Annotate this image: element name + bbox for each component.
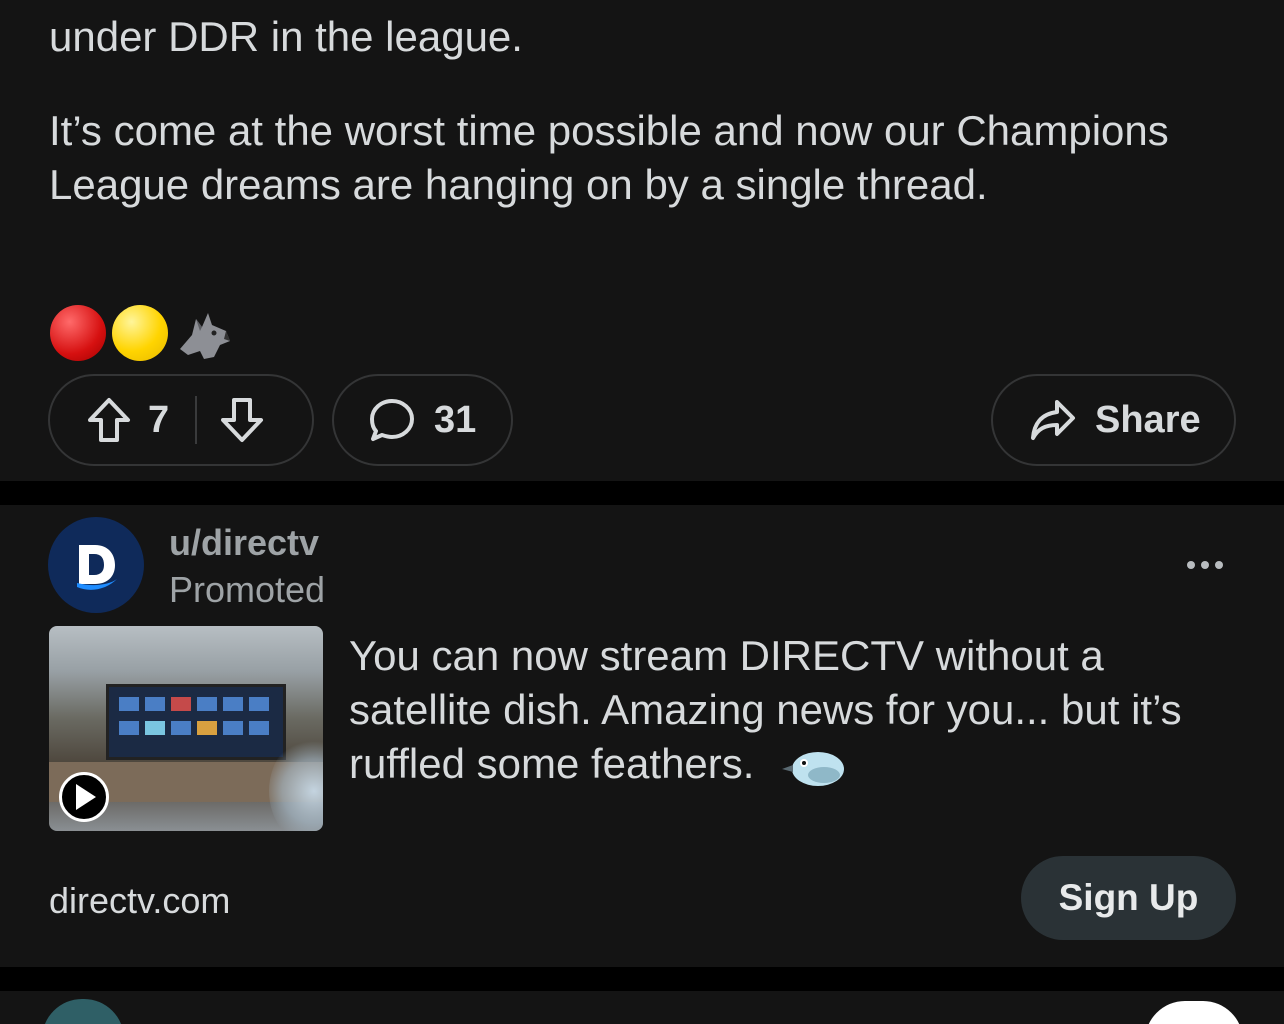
bird-icon xyxy=(782,751,845,786)
share-icon xyxy=(1031,400,1075,440)
downvote-button[interactable] xyxy=(219,396,265,444)
next-post-card xyxy=(0,991,1284,1024)
post-card: under DDR in the league. It’s come at th… xyxy=(0,0,1284,481)
ad-username[interactable]: u/directv xyxy=(169,522,319,564)
post-body-paragraph: under DDR in the league. xyxy=(49,13,523,60)
upvote-icon xyxy=(88,398,130,442)
vote-divider xyxy=(195,396,198,444)
downvote-icon xyxy=(221,398,264,442)
more-options-icon[interactable] xyxy=(1183,553,1227,577)
thumbnail-tv xyxy=(106,684,286,760)
share-button[interactable]: Share xyxy=(991,374,1236,466)
comment-count: 31 xyxy=(434,398,477,441)
directv-logo-icon xyxy=(77,545,117,590)
play-icon[interactable] xyxy=(59,772,109,822)
sign-up-button[interactable]: Sign Up xyxy=(1021,856,1236,940)
avatar[interactable] xyxy=(48,517,144,613)
next-post-icon xyxy=(1145,1001,1243,1024)
share-label: Share xyxy=(1095,398,1201,441)
ad-headline[interactable]: You can now stream DIRECTV without a sat… xyxy=(349,629,1239,791)
wolf-icon xyxy=(180,313,230,359)
ad-domain[interactable]: directv.com xyxy=(49,880,230,922)
comments-button[interactable]: 31 xyxy=(332,374,513,466)
ad-video-thumbnail[interactable] xyxy=(49,626,323,831)
yellow-circle-icon xyxy=(112,305,168,361)
upvote-button[interactable] xyxy=(86,396,132,444)
comment-icon xyxy=(370,399,414,441)
next-post-avatar[interactable] xyxy=(42,999,124,1024)
promoted-post: u/directv Promoted You can now stream DI… xyxy=(0,505,1284,967)
vote-control: 7 xyxy=(48,374,314,466)
vote-count: 7 xyxy=(148,398,170,441)
red-circle-icon xyxy=(50,305,106,361)
promoted-label: Promoted xyxy=(169,569,326,610)
ad-headline-text: You can now stream DIRECTV without a sat… xyxy=(349,632,1182,787)
emoji-row xyxy=(50,305,234,361)
post-body-paragraph: It’s come at the worst time possible and… xyxy=(49,107,1169,208)
